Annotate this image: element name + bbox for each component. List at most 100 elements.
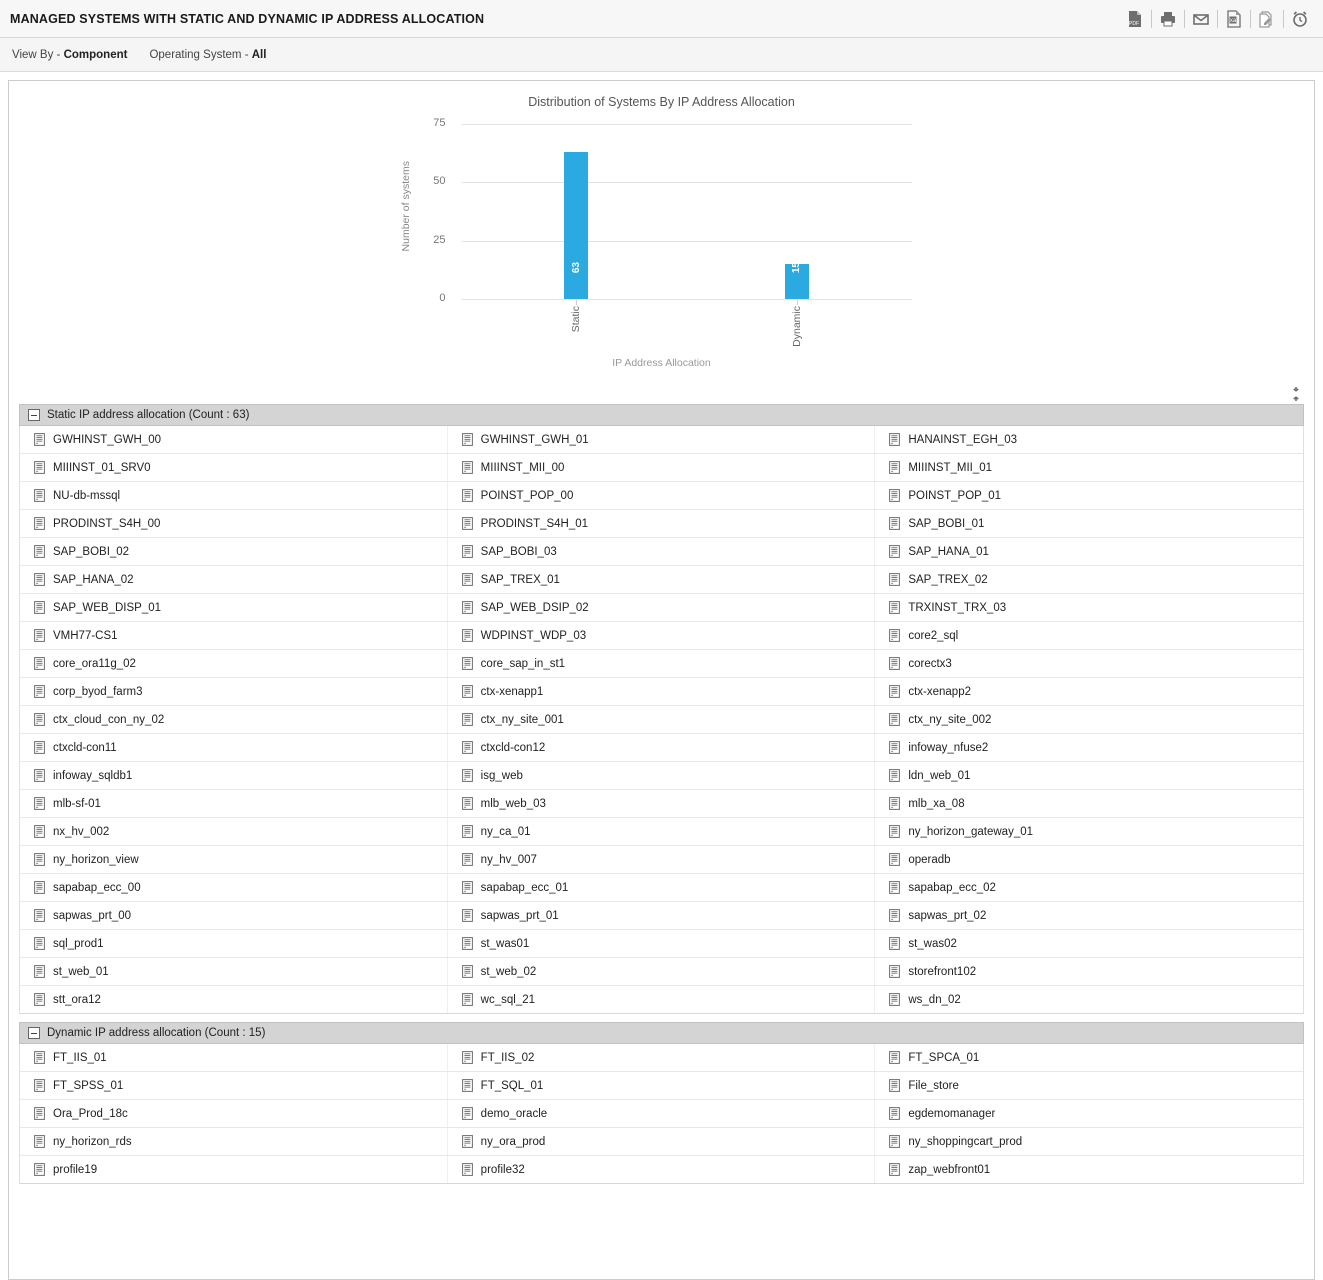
system-cell[interactable]: mlb-sf-01 xyxy=(20,790,448,817)
system-cell[interactable]: ctxcld-con11 xyxy=(20,734,448,761)
server-icon xyxy=(34,657,45,670)
system-cell[interactable]: SAP_TREX_01 xyxy=(448,566,876,593)
system-cell[interactable]: nx_hv_002 xyxy=(20,818,448,845)
export-pdf-icon[interactable]: PDF xyxy=(1120,6,1150,32)
system-cell[interactable]: HANAINST_EGH_03 xyxy=(875,426,1303,453)
server-icon xyxy=(34,937,45,950)
system-cell[interactable]: SAP_HANA_02 xyxy=(20,566,448,593)
system-cell[interactable]: MIIINST_MII_01 xyxy=(875,454,1303,481)
system-cell[interactable]: st_was02 xyxy=(875,930,1303,957)
system-cell[interactable]: mlb_web_03 xyxy=(448,790,876,817)
collapse-all-icon[interactable] xyxy=(1288,386,1304,402)
server-icon xyxy=(889,853,901,866)
email-icon[interactable] xyxy=(1186,6,1216,32)
schedule-alarm-icon[interactable] xyxy=(1285,6,1315,32)
export-excel-icon[interactable]: xa xyxy=(1219,6,1249,32)
system-cell[interactable]: sapabap_ecc_00 xyxy=(20,874,448,901)
group-collapse-toggle-icon[interactable] xyxy=(28,1027,40,1039)
system-name: mlb-sf-01 xyxy=(53,797,101,810)
system-cell[interactable]: ctxcld-con12 xyxy=(448,734,876,761)
system-cell[interactable]: ny_shoppingcart_prod xyxy=(875,1128,1303,1155)
system-cell[interactable]: ctx_cloud_con_ny_02 xyxy=(20,706,448,733)
system-cell[interactable]: sapwas_prt_02 xyxy=(875,902,1303,929)
system-cell[interactable]: ny_hv_007 xyxy=(448,846,876,873)
system-cell[interactable]: ny_horizon_gateway_01 xyxy=(875,818,1303,845)
system-cell[interactable]: isg_web xyxy=(448,762,876,789)
system-cell[interactable]: ny_ca_01 xyxy=(448,818,876,845)
system-cell[interactable]: stt_ora12 xyxy=(20,986,448,1013)
system-cell[interactable]: zap_webfront01 xyxy=(875,1156,1303,1183)
system-cell[interactable]: FT_SQL_01 xyxy=(448,1072,876,1099)
system-cell[interactable]: storefront102 xyxy=(875,958,1303,985)
group-grid: FT_IIS_01 FT_IIS_02 FT_SPCA_01 FT_SPSS_01 FT… xyxy=(19,1044,1304,1184)
system-cell[interactable]: core_ora11g_02 xyxy=(20,650,448,677)
system-cell[interactable]: VMH77-CS1 xyxy=(20,622,448,649)
system-cell[interactable]: core2_sql xyxy=(875,622,1303,649)
system-cell[interactable]: WDPINST_WDP_03 xyxy=(448,622,876,649)
system-cell[interactable]: File_store xyxy=(875,1072,1303,1099)
system-cell[interactable]: SAP_BOBI_03 xyxy=(448,538,876,565)
system-cell[interactable]: profile32 xyxy=(448,1156,876,1183)
system-cell[interactable]: wc_sql_21 xyxy=(448,986,876,1013)
annotate-document-icon[interactable] xyxy=(1252,6,1282,32)
group-header[interactable]: Dynamic IP address allocation (Count : 1… xyxy=(19,1022,1304,1044)
system-cell[interactable]: infoway_sqldb1 xyxy=(20,762,448,789)
system-cell[interactable]: NU-db-mssql xyxy=(20,482,448,509)
system-cell[interactable]: POINST_POP_01 xyxy=(875,482,1303,509)
system-cell[interactable]: PRODINST_S4H_01 xyxy=(448,510,876,537)
system-cell[interactable]: st_web_02 xyxy=(448,958,876,985)
system-cell[interactable]: st_web_01 xyxy=(20,958,448,985)
group-header[interactable]: Static IP address allocation (Count : 63… xyxy=(19,404,1304,426)
system-cell[interactable]: ctx-xenapp1 xyxy=(448,678,876,705)
system-cell[interactable]: corectx3 xyxy=(875,650,1303,677)
server-icon xyxy=(889,769,901,782)
system-cell[interactable]: st_was01 xyxy=(448,930,876,957)
system-cell[interactable]: ny_horizon_rds xyxy=(20,1128,448,1155)
system-cell[interactable]: FT_IIS_02 xyxy=(448,1044,876,1071)
system-cell[interactable]: SAP_HANA_01 xyxy=(875,538,1303,565)
system-cell[interactable]: ctx_ny_site_001 xyxy=(448,706,876,733)
system-cell[interactable]: ny_ora_prod xyxy=(448,1128,876,1155)
filter-operating-system[interactable]: Operating System - All xyxy=(149,49,266,61)
system-cell[interactable]: infoway_nfuse2 xyxy=(875,734,1303,761)
print-icon[interactable] xyxy=(1153,6,1183,32)
system-cell[interactable]: POINST_POP_00 xyxy=(448,482,876,509)
system-cell[interactable]: sapabap_ecc_02 xyxy=(875,874,1303,901)
system-cell[interactable]: ny_horizon_view xyxy=(20,846,448,873)
system-cell[interactable]: profile19 xyxy=(20,1156,448,1183)
system-cell[interactable]: SAP_WEB_DSIP_02 xyxy=(448,594,876,621)
group-collapse-toggle-icon[interactable] xyxy=(28,409,40,421)
system-name: sapwas_prt_02 xyxy=(908,909,987,922)
system-cell[interactable]: ctx_ny_site_002 xyxy=(875,706,1303,733)
system-cell[interactable]: MIIINST_MII_00 xyxy=(448,454,876,481)
system-cell[interactable]: sapwas_prt_01 xyxy=(448,902,876,929)
system-cell[interactable]: SAP_TREX_02 xyxy=(875,566,1303,593)
system-cell[interactable]: corp_byod_farm3 xyxy=(20,678,448,705)
system-cell[interactable]: GWHINST_GWH_01 xyxy=(448,426,876,453)
system-cell[interactable]: sapwas_prt_00 xyxy=(20,902,448,929)
system-cell[interactable]: MIIINST_01_SRV0 xyxy=(20,454,448,481)
system-cell[interactable]: ldn_web_01 xyxy=(875,762,1303,789)
system-cell[interactable]: SAP_BOBI_02 xyxy=(20,538,448,565)
system-cell[interactable]: GWHINST_GWH_00 xyxy=(20,426,448,453)
system-cell[interactable]: ws_dn_02 xyxy=(875,986,1303,1013)
filter-view-by[interactable]: View By - Component xyxy=(12,49,127,61)
system-cell[interactable]: FT_SPSS_01 xyxy=(20,1072,448,1099)
system-cell[interactable]: mlb_xa_08 xyxy=(875,790,1303,817)
system-cell[interactable]: egdemomanager xyxy=(875,1100,1303,1127)
chart-bar[interactable]: 15 xyxy=(784,262,809,299)
system-cell[interactable]: PRODINST_S4H_00 xyxy=(20,510,448,537)
system-cell[interactable]: FT_SPCA_01 xyxy=(875,1044,1303,1071)
system-cell[interactable]: SAP_WEB_DISP_01 xyxy=(20,594,448,621)
system-cell[interactable]: ctx-xenapp2 xyxy=(875,678,1303,705)
chart-bar[interactable]: 63 xyxy=(564,152,589,299)
system-cell[interactable]: Ora_Prod_18c xyxy=(20,1100,448,1127)
system-cell[interactable]: SAP_BOBI_01 xyxy=(875,510,1303,537)
system-cell[interactable]: TRXINST_TRX_03 xyxy=(875,594,1303,621)
system-cell[interactable]: FT_IIS_01 xyxy=(20,1044,448,1071)
system-cell[interactable]: sapabap_ecc_01 xyxy=(448,874,876,901)
system-cell[interactable]: operadb xyxy=(875,846,1303,873)
system-cell[interactable]: sql_prod1 xyxy=(20,930,448,957)
system-cell[interactable]: core_sap_in_st1 xyxy=(448,650,876,677)
system-cell[interactable]: demo_oracle xyxy=(448,1100,876,1127)
